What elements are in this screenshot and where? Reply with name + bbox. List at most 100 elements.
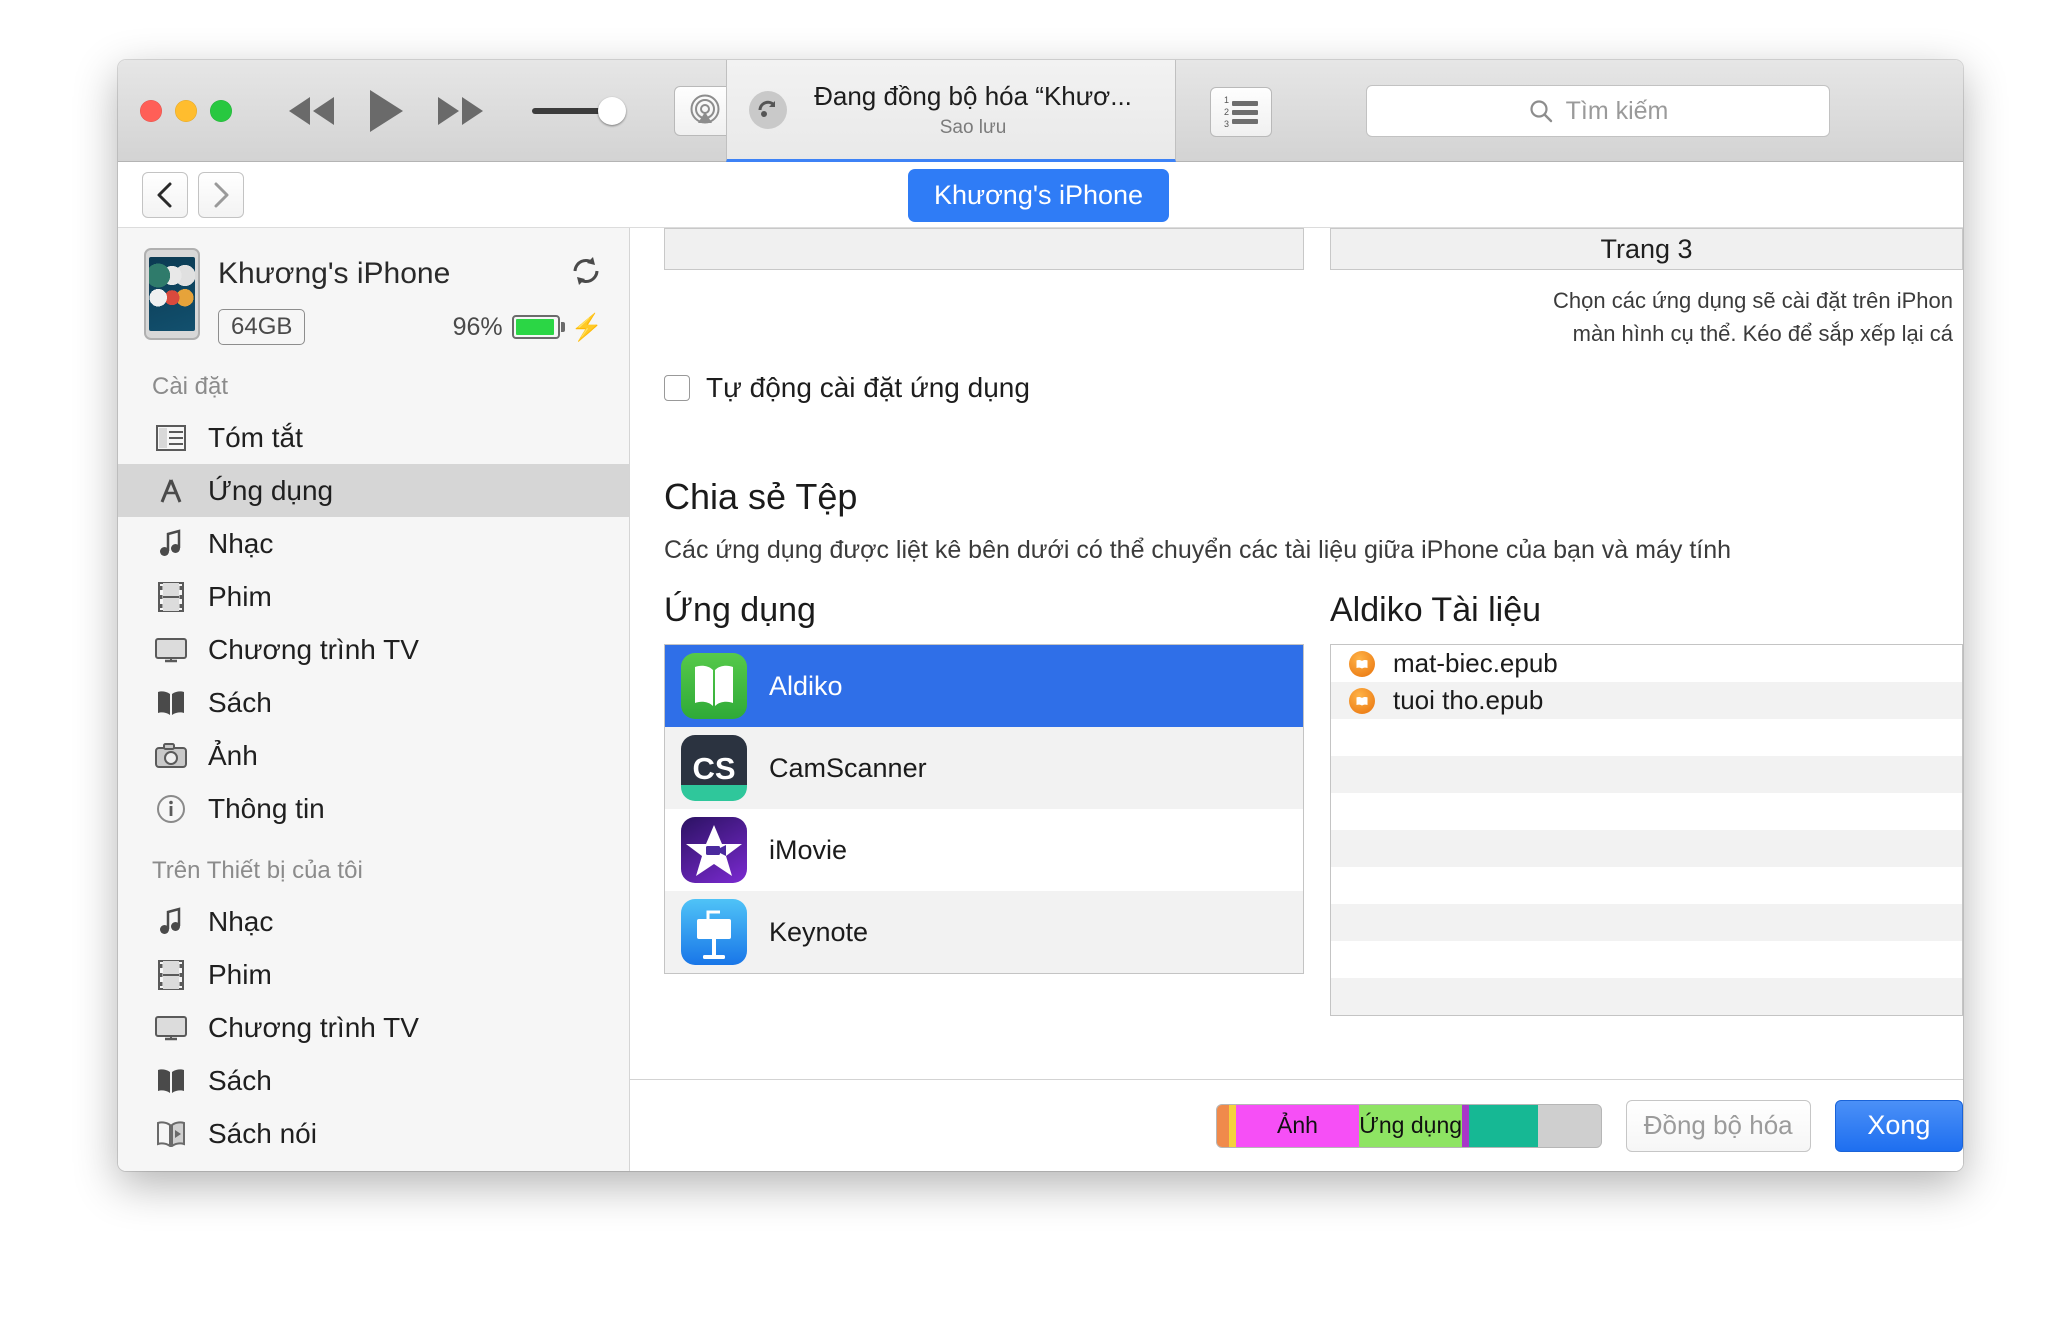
sidebar-item-label: Sách: [208, 686, 272, 718]
sidebar-item-device-sach-noi[interactable]: Sách nói: [118, 1107, 629, 1160]
sidebar-item-sach[interactable]: Sách: [118, 676, 629, 729]
list-item[interactable]: tuoi tho.epub: [1331, 682, 1962, 719]
device-pill-button[interactable]: Khương's iPhone: [908, 169, 1170, 222]
list-item[interactable]: iMovie: [665, 809, 1303, 891]
sidebar-item-thong-tin[interactable]: Thông tin: [118, 782, 629, 835]
list-item[interactable]: [1331, 941, 1962, 978]
sidebar-item-label: Sách: [208, 1064, 272, 1096]
close-button[interactable]: [140, 99, 162, 122]
auto-install-label: Tự động cài đặt ứng dụng: [706, 372, 1030, 403]
zoom-button[interactable]: [210, 99, 232, 122]
list-item[interactable]: [1331, 793, 1962, 830]
sidebar-item-label: Nhạc: [208, 905, 274, 937]
fast-forward-icon[interactable]: [432, 94, 488, 128]
storage-capacity-bar: Ảnh Ứng dụng: [1216, 1103, 1602, 1148]
sidebar-item-label: Nhạc: [208, 527, 274, 559]
sidebar-item-device-phim[interactable]: Phim: [118, 948, 629, 1001]
list-item[interactable]: [1331, 830, 1962, 867]
documents-list[interactable]: mat-biec.epub tuoi tho.epub: [1330, 644, 1963, 1016]
page-description-line1: Chọn các ứng dụng sẽ cài đặt trên iPhon: [1553, 288, 1953, 313]
sidebar-section-title-on-my-device: Trên Thiết bị của tôi: [152, 857, 363, 884]
aldiko-book-icon: [681, 653, 747, 719]
capacity-segment: [1217, 1104, 1230, 1147]
sidebar-item-tom-tat[interactable]: Tóm tắt: [118, 411, 629, 464]
capacity-segment: [1468, 1104, 1538, 1147]
auto-install-row[interactable]: Tự động cài đặt ứng dụng: [664, 372, 1963, 404]
sidebar-item-device-chuong-trinh-tv[interactable]: Chương trình TV: [118, 1001, 629, 1054]
film-icon: [154, 581, 188, 612]
epub-book-icon: [1349, 650, 1375, 677]
list-item[interactable]: [1331, 719, 1962, 756]
capacity-segment-apps: Ứng dụng: [1358, 1104, 1463, 1147]
auto-install-checkbox[interactable]: [664, 375, 690, 401]
sidebar-item-nhac[interactable]: Nhạc: [118, 517, 629, 570]
airplay-icon: [690, 94, 720, 123]
sidebar-item-label: Ảnh: [208, 739, 258, 771]
list-item[interactable]: [1331, 867, 1962, 904]
home-screen-panel-left[interactable]: [664, 228, 1304, 350]
sidebar-item-label: Thông tin: [208, 792, 325, 824]
titlebar: Đang đồng bộ hóa “Khươ... Sao lưu 123 Tì…: [118, 60, 1963, 162]
sidebar-item-phim[interactable]: Phim: [118, 570, 629, 623]
file-sharing-description: Các ứng dụng được liệt kê bên dưới có th…: [664, 536, 1732, 564]
info-icon: [154, 794, 188, 824]
svg-text:CS: CS: [692, 751, 735, 786]
volume-knob[interactable]: [598, 96, 626, 125]
sidebar-item-device-sach[interactable]: Sách: [118, 1054, 629, 1107]
camera-icon: [154, 742, 188, 769]
home-screen-panels: Trang 3 Chọn các ứng dụng sẽ cài đặt trê…: [630, 228, 1963, 350]
music-note-icon: [154, 906, 188, 937]
apps-column-header: Ứng dụng: [664, 591, 816, 629]
device-summary: Khương's iPhone 64GB 96% ⚡: [118, 228, 629, 351]
search-icon: [1530, 100, 1552, 123]
imovie-star-icon: [681, 817, 747, 883]
back-button[interactable]: [142, 172, 188, 218]
document-name: tuoi tho.epub: [1393, 685, 1544, 715]
iphone-thumbnail: [144, 248, 200, 340]
play-icon[interactable]: [366, 88, 406, 134]
sidebar-item-device-nhac[interactable]: Nhạc: [118, 895, 629, 948]
sync-button[interactable]: Đồng bộ hóa: [1625, 1099, 1811, 1152]
book-icon: [154, 690, 188, 716]
done-button[interactable]: Xong: [1834, 1099, 1963, 1152]
apps-list[interactable]: Aldiko CS CamScanner iMovie Keynote: [664, 644, 1304, 974]
forward-button[interactable]: [198, 172, 244, 218]
page-description: Chọn các ứng dụng sẽ cài đặt trên iPhon …: [1330, 270, 1963, 350]
book-icon: [154, 1068, 188, 1094]
sync-status-subtitle: Sao lưu: [939, 116, 1007, 138]
panel-header-blank: [664, 228, 1304, 270]
search-placeholder: Tìm kiếm: [1565, 96, 1669, 125]
battery-icon: [511, 315, 565, 339]
rewind-icon[interactable]: [284, 94, 340, 128]
sidebar-item-ung-dung[interactable]: Ứng dụng: [118, 464, 629, 517]
document-name: mat-biec.epub: [1393, 648, 1558, 678]
volume-slider[interactable]: [532, 96, 640, 125]
sidebar: Khương's iPhone 64GB 96% ⚡ Cài đặt Tóm t…: [118, 228, 630, 1171]
app-name: CamScanner: [769, 752, 927, 783]
sidebar-item-chuong-trinh-tv[interactable]: Chương trình TV: [118, 623, 629, 676]
main-content: Trang 3 Chọn các ứng dụng sẽ cài đặt trê…: [630, 228, 1963, 1171]
list-item[interactable]: [1331, 756, 1962, 793]
home-screen-panel-right[interactable]: Trang 3 Chọn các ứng dụng sẽ cài đặt trê…: [1330, 228, 1963, 350]
sidebar-item-label: Ứng dụng: [208, 474, 334, 506]
app-name: Keynote: [769, 916, 869, 947]
list-item[interactable]: [1331, 978, 1962, 1015]
sidebar-item-anh[interactable]: Ảnh: [118, 729, 629, 782]
film-icon: [154, 959, 188, 990]
page-title: Trang 3: [1330, 228, 1963, 270]
numbered-list-icon: 123: [1224, 95, 1258, 129]
sidebar-item-label: Chương trình TV: [208, 1011, 419, 1043]
file-sharing-columns: Ứng dụng Aldiko CS CamScanner iMovie Key…: [630, 591, 1963, 1016]
sync-status-panel[interactable]: Đang đồng bộ hóa “Khươ... Sao lưu: [726, 60, 1176, 162]
search-field[interactable]: Tìm kiếm: [1366, 85, 1830, 137]
itunes-window: Đang đồng bộ hóa “Khươ... Sao lưu 123 Tì…: [118, 60, 1963, 1171]
sidebar-item-label: Phim: [208, 580, 272, 612]
minimize-button[interactable]: [175, 99, 197, 122]
list-view-button[interactable]: 123: [1210, 87, 1272, 137]
list-item[interactable]: CS CamScanner: [665, 727, 1303, 809]
list-item[interactable]: mat-biec.epub: [1331, 645, 1962, 682]
list-item[interactable]: Keynote: [665, 891, 1303, 973]
list-item[interactable]: [1331, 904, 1962, 941]
list-item[interactable]: Aldiko: [665, 645, 1303, 727]
refresh-icon[interactable]: [569, 254, 603, 293]
